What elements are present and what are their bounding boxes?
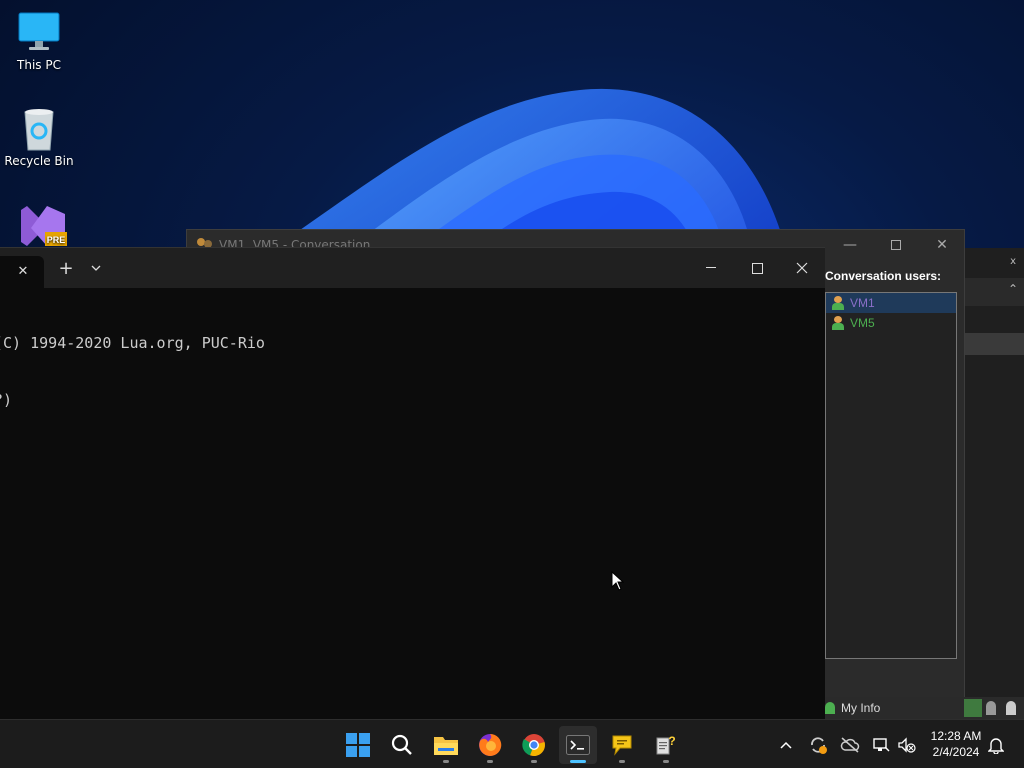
notification-button[interactable] <box>986 720 1006 768</box>
desktop-icon-label: This PC <box>17 58 61 72</box>
svg-text:?: ? <box>668 734 675 748</box>
terminal-window[interactable]: ✕ + (C) 1994-2020 Lua.org, PUC-Rio ?) <box>0 247 825 719</box>
minimize-button[interactable]: — <box>827 230 873 260</box>
clock-date: 2/4/2024 <box>932 745 980 759</box>
cloud-tray-icon[interactable] <box>838 720 862 768</box>
network-tray-icon[interactable] <box>870 720 892 768</box>
monitor-icon <box>17 10 61 54</box>
conversation-users-label: Conversation users: <box>825 269 942 283</box>
chat-bubble-icon <box>612 735 632 756</box>
my-info-link[interactable]: My Info <box>841 701 880 715</box>
taskbar: ? 12:28 AM 2/4/2024 <box>0 719 1024 768</box>
taskbar-app-file-explorer[interactable] <box>427 726 465 764</box>
background-window-partial: x ⌃ <box>964 248 1024 718</box>
visual-studio-icon: PRE <box>17 202 67 246</box>
show-hidden-icons-button[interactable] <box>775 720 797 768</box>
folder-icon <box>434 737 458 755</box>
windows-logo-icon <box>346 733 370 757</box>
desktop-icon-label: Recycle Bin <box>4 154 74 168</box>
mouse-cursor-icon <box>611 570 625 595</box>
user-item-vm5[interactable]: VM5 <box>826 313 956 333</box>
taskbar-app-firefox[interactable] <box>471 726 509 764</box>
minimize-button[interactable] <box>688 258 734 278</box>
taskbar-app-terminal[interactable] <box>559 726 597 764</box>
notepad-help-icon: ? <box>656 734 676 755</box>
close-icon[interactable]: x <box>1010 256 1016 267</box>
search-button[interactable] <box>383 726 421 764</box>
cloud-off-icon <box>840 736 860 753</box>
terminal-icon <box>566 735 590 755</box>
terminal-tab-bar: ✕ + <box>0 248 825 288</box>
user-icon <box>832 316 844 330</box>
status-online-icon[interactable] <box>964 699 982 717</box>
start-button[interactable] <box>339 726 377 764</box>
desktop-icon-recycle-bin[interactable]: Recycle Bin <box>4 106 74 168</box>
conversation-users-list[interactable]: VM1 VM5 <box>825 292 957 659</box>
bell-icon <box>988 737 1004 754</box>
terminal-line: (C) 1994-2020 Lua.org, PUC-Rio <box>0 334 265 352</box>
user-item-vm1[interactable]: VM1 <box>826 293 956 313</box>
user-name: VM1 <box>850 296 875 310</box>
tab-dropdown-button[interactable] <box>87 258 105 278</box>
user-icon <box>825 702 835 714</box>
svg-text:PRE: PRE <box>47 235 66 245</box>
sync-icon <box>811 736 827 754</box>
clock-time: 12:28 AM <box>930 729 982 743</box>
status-away-icon[interactable] <box>986 701 996 715</box>
new-tab-button[interactable]: + <box>56 258 76 279</box>
chevron-up-icon <box>780 741 792 749</box>
chevron-up-icon[interactable]: ⌃ <box>1008 282 1018 296</box>
terminal-line: ?) <box>0 391 13 409</box>
close-button[interactable] <box>780 258 824 278</box>
taskbar-app-chat[interactable] <box>603 726 641 764</box>
maximize-button[interactable] <box>873 230 919 260</box>
firefox-icon <box>479 733 502 756</box>
status-offline-icon[interactable] <box>1006 701 1016 715</box>
desktop-icon-this-pc[interactable]: This PC <box>4 10 74 72</box>
taskbar-app-chrome[interactable] <box>515 726 553 764</box>
network-icon <box>873 737 890 751</box>
user-name: VM5 <box>850 316 875 330</box>
status-strip: My Info <box>825 697 1024 719</box>
chrome-icon <box>522 734 545 757</box>
terminal-tab[interactable]: ✕ <box>0 256 44 288</box>
user-icon <box>832 296 844 310</box>
close-button[interactable]: ✕ <box>919 230 965 260</box>
desktop-icon-visual-studio[interactable]: PRE <box>4 202 74 250</box>
volume-muted-icon <box>898 736 916 753</box>
terminal-output[interactable]: (C) 1994-2020 Lua.org, PUC-Rio ?) <box>0 288 825 448</box>
search-icon <box>391 734 412 755</box>
recycle-bin-icon <box>17 106 61 151</box>
maximize-button[interactable] <box>734 258 780 278</box>
system-clock[interactable]: 12:28 AM 2/4/2024 <box>924 728 988 760</box>
taskbar-app-notepad[interactable]: ? <box>647 726 685 764</box>
sync-tray-icon[interactable] <box>806 720 830 768</box>
close-tab-icon[interactable]: ✕ <box>16 264 30 279</box>
volume-tray-icon[interactable] <box>896 720 918 768</box>
